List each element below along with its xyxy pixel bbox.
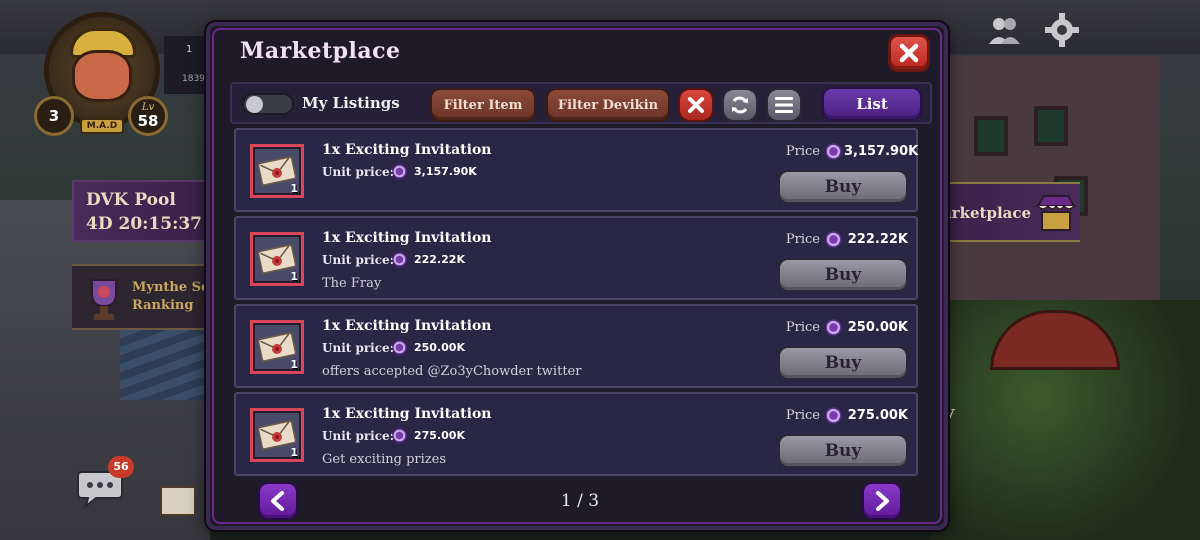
player-rank-value: 3 xyxy=(48,107,60,125)
unit-price-label: Unit price: xyxy=(322,165,395,179)
sort-button[interactable] xyxy=(766,88,802,122)
buy-button[interactable]: Buy xyxy=(778,434,908,468)
page-indicator: 1 / 3 xyxy=(560,491,600,511)
item-name: 1x Exciting Invitation xyxy=(322,230,492,246)
background-building xyxy=(930,56,1160,306)
item-slot[interactable]: 1 xyxy=(250,232,304,286)
marketplace-shortcut-label: arketplace xyxy=(942,204,1032,222)
background-roof xyxy=(120,330,210,400)
ranking-panel[interactable]: Mynthe Se Ranking xyxy=(72,264,212,330)
dvk-pool-timer: 4D 20:15:37 xyxy=(86,214,203,234)
clear-filter-button[interactable] xyxy=(678,88,714,122)
hamburger-icon xyxy=(775,97,793,113)
listing-row: 1 1x Exciting Invitation Unit price: 222… xyxy=(234,216,918,300)
marketplace-modal: Marketplace My Listings Filter Item Filt… xyxy=(206,22,948,530)
currency-coin-icon xyxy=(825,143,842,160)
unit-price-value: 3,157.90K xyxy=(414,165,477,178)
price-value: 3,157.90K xyxy=(844,144,919,159)
listing-list: 1 1x Exciting Invitation Unit price: 3,1… xyxy=(230,126,932,476)
building-window xyxy=(1034,106,1068,146)
dvk-pool-title: DVK Pool xyxy=(86,190,176,210)
ranking-subtitle: Ranking xyxy=(132,298,194,313)
item-name: 1x Exciting Invitation xyxy=(322,142,492,158)
unit-price-value: 250.00K xyxy=(414,341,465,354)
building-window xyxy=(974,116,1008,156)
listing-description: The Fray xyxy=(322,276,382,291)
item-slot[interactable]: 1 xyxy=(250,408,304,462)
mad-badge: M.A.D xyxy=(80,118,124,134)
friends-icon[interactable] xyxy=(986,12,1022,48)
unit-price-value: 275.00K xyxy=(414,429,465,442)
filter-item-button[interactable]: Filter Item xyxy=(430,88,536,122)
hud-number-partial: 1 xyxy=(186,44,193,55)
currency-coin-icon xyxy=(392,428,407,443)
close-x-icon xyxy=(899,43,919,63)
item-name: 1x Exciting Invitation xyxy=(322,406,492,422)
buy-button[interactable]: Buy xyxy=(778,346,908,380)
my-listings-label: My Listings xyxy=(302,94,400,112)
ranking-title: Mynthe Se xyxy=(132,280,210,295)
prev-page-button[interactable] xyxy=(258,482,298,520)
currency-coin-icon xyxy=(825,407,842,424)
player-rank-badge: 3 xyxy=(34,96,74,136)
item-quantity: 1 xyxy=(290,358,298,371)
item-slot[interactable]: 1 xyxy=(250,144,304,198)
unit-price-label: Unit price: xyxy=(322,341,395,355)
xp-value: 1839 xyxy=(182,74,205,84)
price-label: Price xyxy=(785,144,820,159)
currency-coin-icon xyxy=(825,231,842,248)
unit-price-label: Unit price: xyxy=(322,253,395,267)
close-button[interactable] xyxy=(888,34,930,72)
price-label: Price xyxy=(785,320,820,335)
item-quantity: 1 xyxy=(290,446,298,459)
price-label: Price xyxy=(785,232,820,247)
marketplace-toolbar: My Listings Filter Item Filter Devikin L… xyxy=(230,82,932,124)
chevron-left-icon xyxy=(271,491,284,511)
next-page-button[interactable] xyxy=(862,482,902,520)
list-button[interactable]: List xyxy=(822,87,922,121)
market-stall-icon xyxy=(1036,195,1076,231)
price-label: Price xyxy=(785,408,820,423)
refresh-icon xyxy=(732,96,748,114)
item-name: 1x Exciting Invitation xyxy=(322,318,492,334)
chat-unread-badge: 56 xyxy=(108,456,134,478)
refresh-button[interactable] xyxy=(722,88,758,122)
listing-description: Get exciting prizes xyxy=(322,452,447,467)
currency-coin-icon xyxy=(392,340,407,355)
price-value: 250.00K xyxy=(847,320,908,335)
item-quantity: 1 xyxy=(290,270,298,283)
unit-price-label: Unit price: xyxy=(322,429,395,443)
currency-coin-icon xyxy=(392,164,407,179)
marketplace-shortcut[interactable]: arketplace xyxy=(928,182,1080,242)
pagination: 1 / 3 xyxy=(230,478,932,526)
unit-price-value: 222.22K xyxy=(414,253,465,266)
chevron-right-icon xyxy=(876,491,889,511)
modal-title: Marketplace xyxy=(240,38,401,64)
buy-button[interactable]: Buy xyxy=(778,170,908,204)
gear-icon[interactable] xyxy=(1044,12,1080,48)
price-value: 275.00K xyxy=(847,408,908,423)
item-slot[interactable]: 1 xyxy=(250,320,304,374)
notice-board xyxy=(160,486,196,516)
toggle-knob xyxy=(246,96,263,113)
listing-row: 1 1x Exciting Invitation Unit price: 275… xyxy=(234,392,918,476)
listing-row: 1 1x Exciting Invitation Unit price: 250… xyxy=(234,304,918,388)
listing-description: offers accepted @Zo3yChowder twitter xyxy=(322,364,582,379)
dvk-pool-panel[interactable]: DVK Pool 4D 20:15:37 xyxy=(72,180,212,242)
listing-row: 1 1x Exciting Invitation Unit price: 3,1… xyxy=(234,128,918,212)
my-listings-toggle[interactable] xyxy=(242,93,294,115)
filter-devikin-button[interactable]: Filter Devikin xyxy=(546,88,670,122)
item-quantity: 1 xyxy=(290,182,298,195)
avatar xyxy=(72,50,132,102)
x-icon xyxy=(688,97,704,113)
player-level-badge: Lv 58 xyxy=(128,96,168,136)
currency-coin-icon xyxy=(392,252,407,267)
buy-button[interactable]: Buy xyxy=(778,258,908,292)
price-value: 222.22K xyxy=(847,232,908,247)
currency-coin-icon xyxy=(825,319,842,336)
level-value: 58 xyxy=(137,112,159,130)
trophy-icon xyxy=(91,279,117,320)
